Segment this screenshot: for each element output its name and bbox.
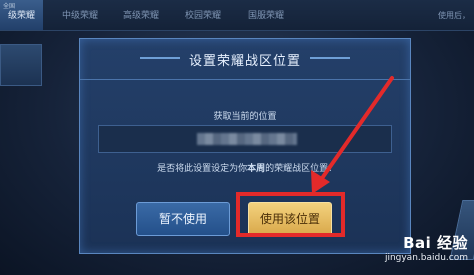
watermark-logo: Bai 经验 (403, 234, 468, 252)
baidu-watermark: Bai 经验 jingyan.baidu.com (385, 232, 468, 263)
watermark-url: jingyan.baidu.com (384, 253, 468, 263)
